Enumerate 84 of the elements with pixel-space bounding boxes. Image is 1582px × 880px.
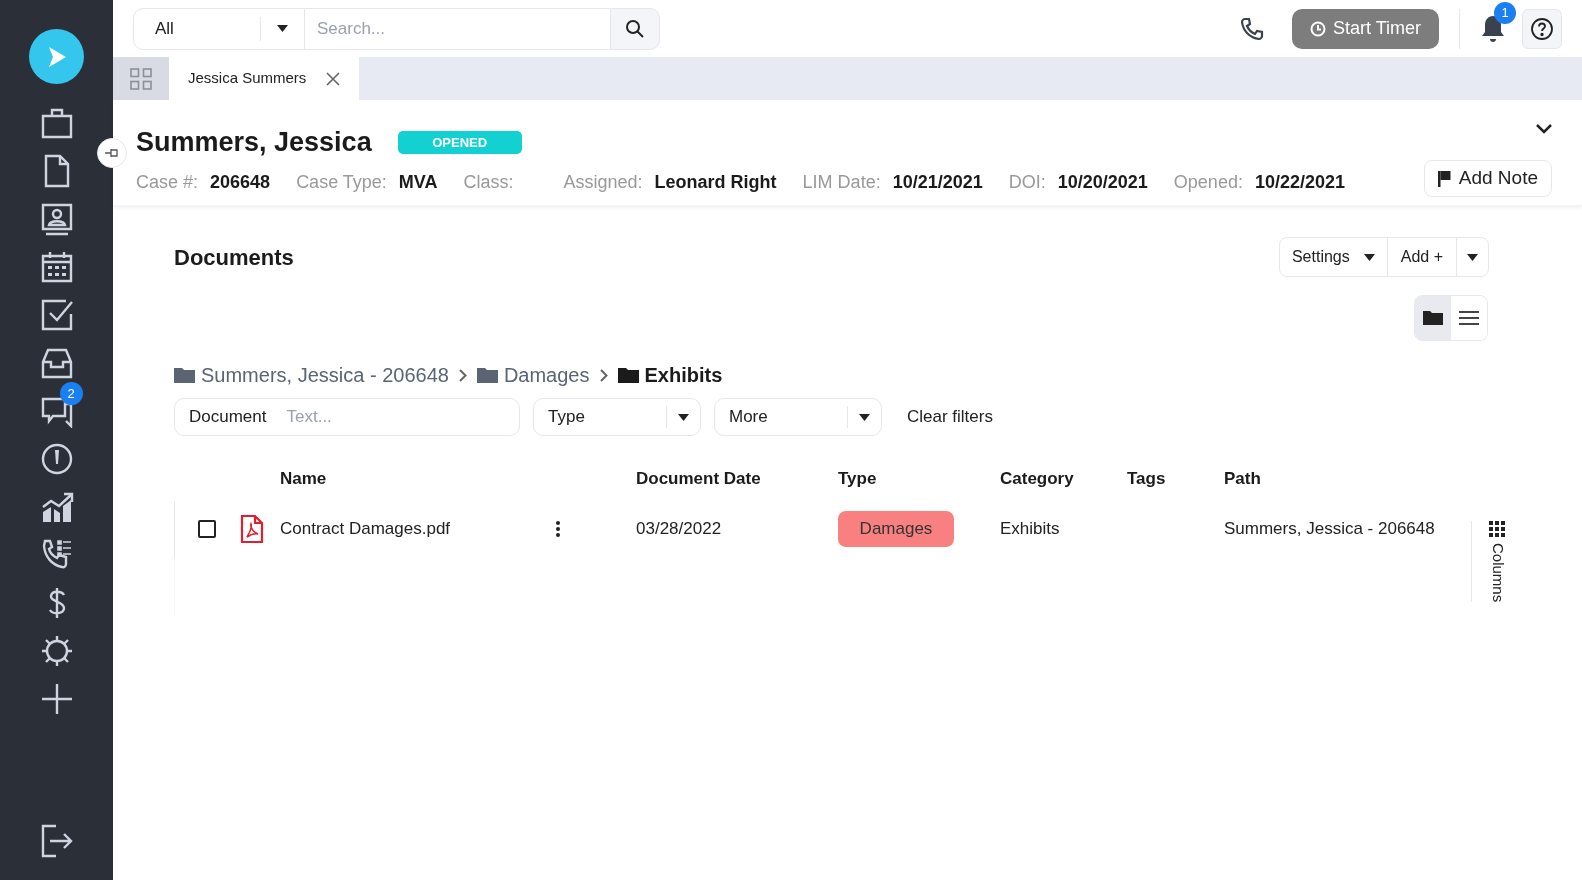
pin-icon (104, 146, 120, 160)
clock-icon (1310, 20, 1326, 37)
list-view-icon (1458, 308, 1480, 328)
collapse-chevron-icon[interactable] (1536, 124, 1552, 134)
folder-icon (617, 367, 639, 383)
field-label: Case Type: (296, 170, 387, 194)
gear-icon[interactable] (39, 634, 74, 668)
folder-view-button[interactable] (1415, 296, 1451, 340)
field-value: 10/21/2021 (892, 170, 983, 194)
column-header[interactable]: Path (1224, 468, 1261, 488)
grid-icon (1489, 521, 1506, 537)
section-title: Documents (174, 243, 294, 272)
field-value: 206648 (210, 170, 271, 194)
pin-button[interactable] (97, 138, 127, 168)
type-filter-dropdown[interactable]: Type (533, 398, 701, 436)
field-label: Case #: (136, 170, 199, 194)
path-cell-text: Summers, Jessica - 206648 (1224, 518, 1435, 541)
field-value: 10/20/2021 (1057, 170, 1148, 194)
close-icon[interactable] (326, 71, 341, 86)
caret-icon (1467, 253, 1478, 261)
text-input[interactable]: Text... (286, 404, 508, 430)
search-icon (625, 18, 645, 39)
breadcrumb-link[interactable]: Damages (476, 360, 590, 390)
scope-dropdown[interactable]: All (133, 7, 305, 50)
caret-icon (859, 413, 870, 421)
clear-filters-link[interactable]: Clear filters (907, 404, 993, 430)
case-name: Summers, Jessica (136, 126, 372, 159)
column-header[interactable]: Category (1000, 468, 1074, 488)
chevron-right-icon (458, 368, 467, 382)
logo-icon[interactable] (29, 29, 84, 84)
folder-view-icon (1422, 308, 1444, 328)
add-note-button[interactable]: Add Note (1423, 160, 1552, 197)
more-options-icon[interactable] (555, 520, 562, 538)
notification-count: 1 (1494, 1, 1516, 24)
grid-icon (130, 67, 152, 90)
column-header[interactable]: Tags (1127, 468, 1166, 488)
column-header[interactable]: Type (838, 468, 877, 488)
help-button[interactable] (1522, 8, 1562, 49)
file-name-link[interactable]: Contract Damages.pdf (280, 516, 451, 542)
field-value: MVA (398, 170, 438, 194)
briefcase-icon[interactable] (39, 106, 74, 140)
columns-toggle[interactable]: Columns (1471, 521, 1509, 603)
help-icon (1530, 16, 1554, 41)
caret-icon (678, 413, 689, 421)
settings-dropdown[interactable]: Settings (1279, 238, 1388, 276)
case-status: OPENED (397, 130, 522, 154)
pdf-file-icon (240, 514, 264, 544)
start-timer-button[interactable]: Start Timer (1292, 8, 1439, 49)
calendar-icon[interactable] (39, 250, 74, 284)
field-value: Leonard Right (654, 170, 777, 194)
search-button[interactable] (610, 7, 660, 50)
flag-icon (1437, 170, 1451, 187)
row-checkbox[interactable] (198, 520, 216, 538)
field-label: LIM Date: (802, 170, 881, 194)
breadcrumb-link[interactable]: Exhibits (617, 360, 723, 390)
caret-icon (277, 25, 288, 32)
inbox-icon[interactable] (39, 346, 74, 380)
folder-icon (174, 367, 195, 383)
search-field[interactable]: Search... (305, 7, 610, 50)
field-label: Assigned: (563, 170, 643, 194)
caret-icon (1363, 253, 1375, 261)
phone-icon[interactable] (1240, 16, 1264, 41)
field-value: 10/22/2021 (1254, 170, 1345, 194)
more-filter-dropdown[interactable]: More (714, 398, 882, 436)
chevron-right-icon (599, 368, 608, 382)
logout-icon[interactable] (39, 824, 74, 858)
category-cell-text: Exhibits (1000, 518, 1060, 541)
case-tab[interactable]: Jessica Summers (169, 57, 360, 100)
checkbox-icon[interactable] (39, 298, 74, 332)
dashboard-icon[interactable] (39, 442, 74, 476)
column-header[interactable]: Name (280, 468, 327, 488)
field-label: Class: (463, 170, 514, 194)
date-cell-text: 03/28/2022 (636, 518, 722, 541)
contact-card-icon[interactable] (39, 202, 74, 236)
type-tag: Damages (838, 511, 954, 547)
add-button[interactable]: Add + (1387, 238, 1457, 276)
field-label: DOI: (1008, 170, 1046, 194)
message-count: 2 (59, 382, 83, 405)
breadcrumb-link[interactable]: Summers, Jessica - 206648 (174, 360, 449, 390)
document-filter-field[interactable]: Document Text... (174, 398, 520, 436)
column-header[interactable]: Document Date (636, 468, 761, 488)
folder-icon (476, 367, 498, 383)
field-label: Opened: (1173, 170, 1243, 194)
plus-icon[interactable] (39, 682, 74, 716)
